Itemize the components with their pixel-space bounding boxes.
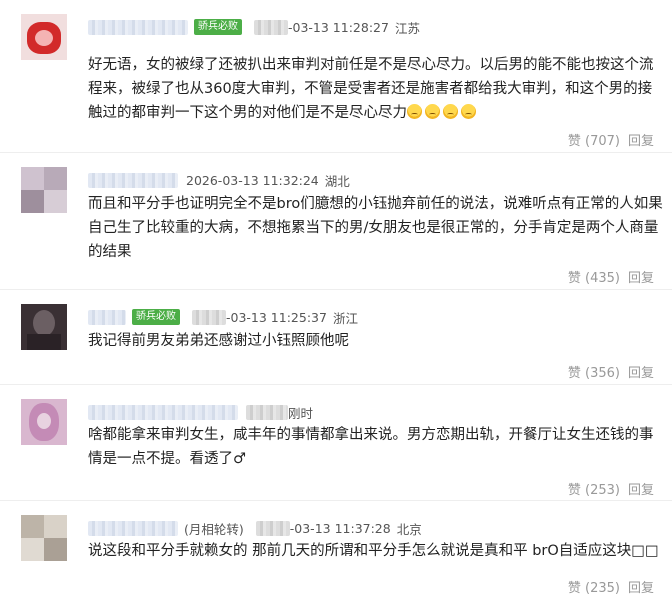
reply-button[interactable]: 回复 [628,479,654,498]
worried-face-icon [425,104,440,119]
comment-item: 骄兵必败 -03-13 11:28:27 江苏 好无语，女的被绿了还被扒出来审判… [0,0,672,153]
date-blurred [246,404,288,420]
comment-actions: 赞 (356) 回复 [568,362,654,381]
username-blurred[interactable] [88,404,238,420]
comment-meta: 刚时 [88,402,313,422]
worried-face-icon [407,104,422,119]
comment-actions: 赞 (253) 回复 [568,479,654,498]
like-button[interactable]: 赞 (253) [568,479,620,498]
comment-item: (月相轮转) -03-13 11:37:28 北京 说这段和平分手就赖女的 那前… [0,501,672,599]
like-count: (707) [585,134,620,149]
date-blurred [192,309,226,325]
comment-location: 湖北 [324,173,350,189]
comment-location: 北京 [396,521,422,537]
comment-time: -03-13 11:25:37 [226,309,327,325]
username-blurred[interactable] [88,19,188,35]
comment-meta: 2026-03-13 11:32:24 湖北 [88,170,350,190]
comment-time: -03-13 11:28:27 [288,19,389,35]
like-label: 赞 [567,483,581,498]
worried-face-icon [443,104,458,119]
avatar[interactable] [21,14,67,60]
fan-badge: 骄兵必败 [194,19,242,35]
date-blurred [255,520,290,536]
comment-text-content: 好无语，女的被绿了还被扒出来审判对前任是不是尽心尽力。以后男的能不能也按这个流程… [88,57,654,121]
comment-text: 而且和平分手也证明完全不是bro们臆想的小钰抛弃前任的说法，说难听点有正常的人如… [88,196,663,260]
username-blurred[interactable] [88,172,178,188]
like-label: 赞 [567,366,581,381]
comment-actions: 赞 (435) 回复 [568,267,654,286]
like-button[interactable]: 赞 (435) [568,267,620,286]
comment-text: 我记得前男友弟弟还感谢过小钰照顾他呢 [88,333,349,349]
like-label: 赞 [567,134,581,149]
worried-face-icon [461,104,476,119]
avatar[interactable] [21,515,67,561]
comment-item: 刚时 啥都能拿来审判女生，咸丰年的事情都拿出来说。男方恋期出轨，开餐厅让女生还钱… [0,385,672,501]
comment-time: 2026-03-13 11:32:24 [186,172,319,188]
like-button[interactable]: 赞 (356) [568,362,620,381]
reply-button[interactable]: 回复 [628,267,654,286]
comment-meta: (月相轮转) -03-13 11:37:28 北京 [88,518,422,538]
comment-text: 好无语，女的被绿了还被扒出来审判对前任是不是尽心尽力。以后男的能不能也按这个流程… [88,53,663,125]
comment-item: 骄兵必败 -03-13 11:25:37 浙江 我记得前男友弟弟还感谢过小钰照顾… [0,290,672,385]
comment-list: 骄兵必败 -03-13 11:28:27 江苏 好无语，女的被绿了还被扒出来审判… [0,0,672,599]
comment-location: 江苏 [394,20,420,36]
date-blurred [254,19,288,35]
like-count: (435) [585,271,620,286]
like-count: (235) [585,581,620,596]
fan-badge: 骄兵必败 [132,309,180,325]
avatar[interactable] [21,304,67,350]
reply-button[interactable]: 回复 [628,130,654,149]
reply-button[interactable]: 回复 [628,362,654,381]
like-label: 赞 [567,271,581,286]
comment-meta: 骄兵必败 -03-13 11:25:37 浙江 [88,307,358,327]
avatar[interactable] [21,167,67,213]
comment-time: 刚时 [288,405,314,421]
like-count: (253) [585,483,620,498]
avatar[interactable] [21,399,67,445]
like-button[interactable]: 赞 (707) [568,130,620,149]
like-count: (356) [585,366,620,381]
comment-actions: 赞 (707) 回复 [568,130,654,149]
comment-meta: 骄兵必败 -03-13 11:28:27 江苏 [88,17,420,37]
reply-button[interactable]: 回复 [628,577,654,596]
comment-text: 说这段和平分手就赖女的 那前几天的所谓和平分手怎么就说是真和平 brO自适应这块… [88,543,659,559]
comment-actions: 赞 (235) 回复 [568,577,654,596]
like-label: 赞 [567,581,581,596]
username-blurred[interactable] [88,520,178,536]
comment-location: 浙江 [332,310,358,326]
comment-item: 2026-03-13 11:32:24 湖北 而且和平分手也证明完全不是bro们… [0,153,672,290]
like-button[interactable]: 赞 (235) [568,577,620,596]
comment-time: -03-13 11:37:28 [289,520,391,536]
username-blurred[interactable] [88,309,126,325]
user-caption: (月相轮转) [184,521,244,537]
comment-text: 啥都能拿来审判女生，咸丰年的事情都拿出来说。男方恋期出轨，开餐厅让女生还钱的事情… [88,427,654,467]
